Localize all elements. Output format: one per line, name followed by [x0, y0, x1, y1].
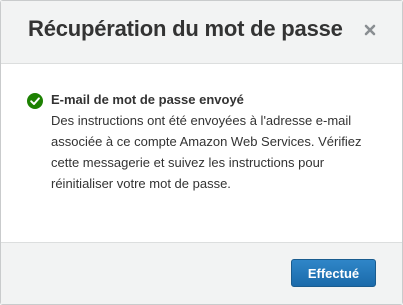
- success-heading: E-mail de mot de passe envoyé: [51, 92, 244, 107]
- dialog-body: E-mail de mot de passe envoyé Des instru…: [1, 63, 402, 243]
- done-button[interactable]: Effectué: [291, 259, 376, 287]
- dialog-header: Récupération du mot de passe: [1, 1, 402, 63]
- dialog-title: Récupération du mot de passe: [28, 16, 343, 41]
- dialog-footer: Effectué: [1, 243, 402, 304]
- password-recovery-dialog: Récupération du mot de passe E-mail de m…: [0, 0, 403, 305]
- close-icon[interactable]: [361, 21, 379, 39]
- check-circle-icon: [27, 93, 43, 109]
- success-message: Des instructions ont été envoyées à l'ad…: [51, 113, 362, 191]
